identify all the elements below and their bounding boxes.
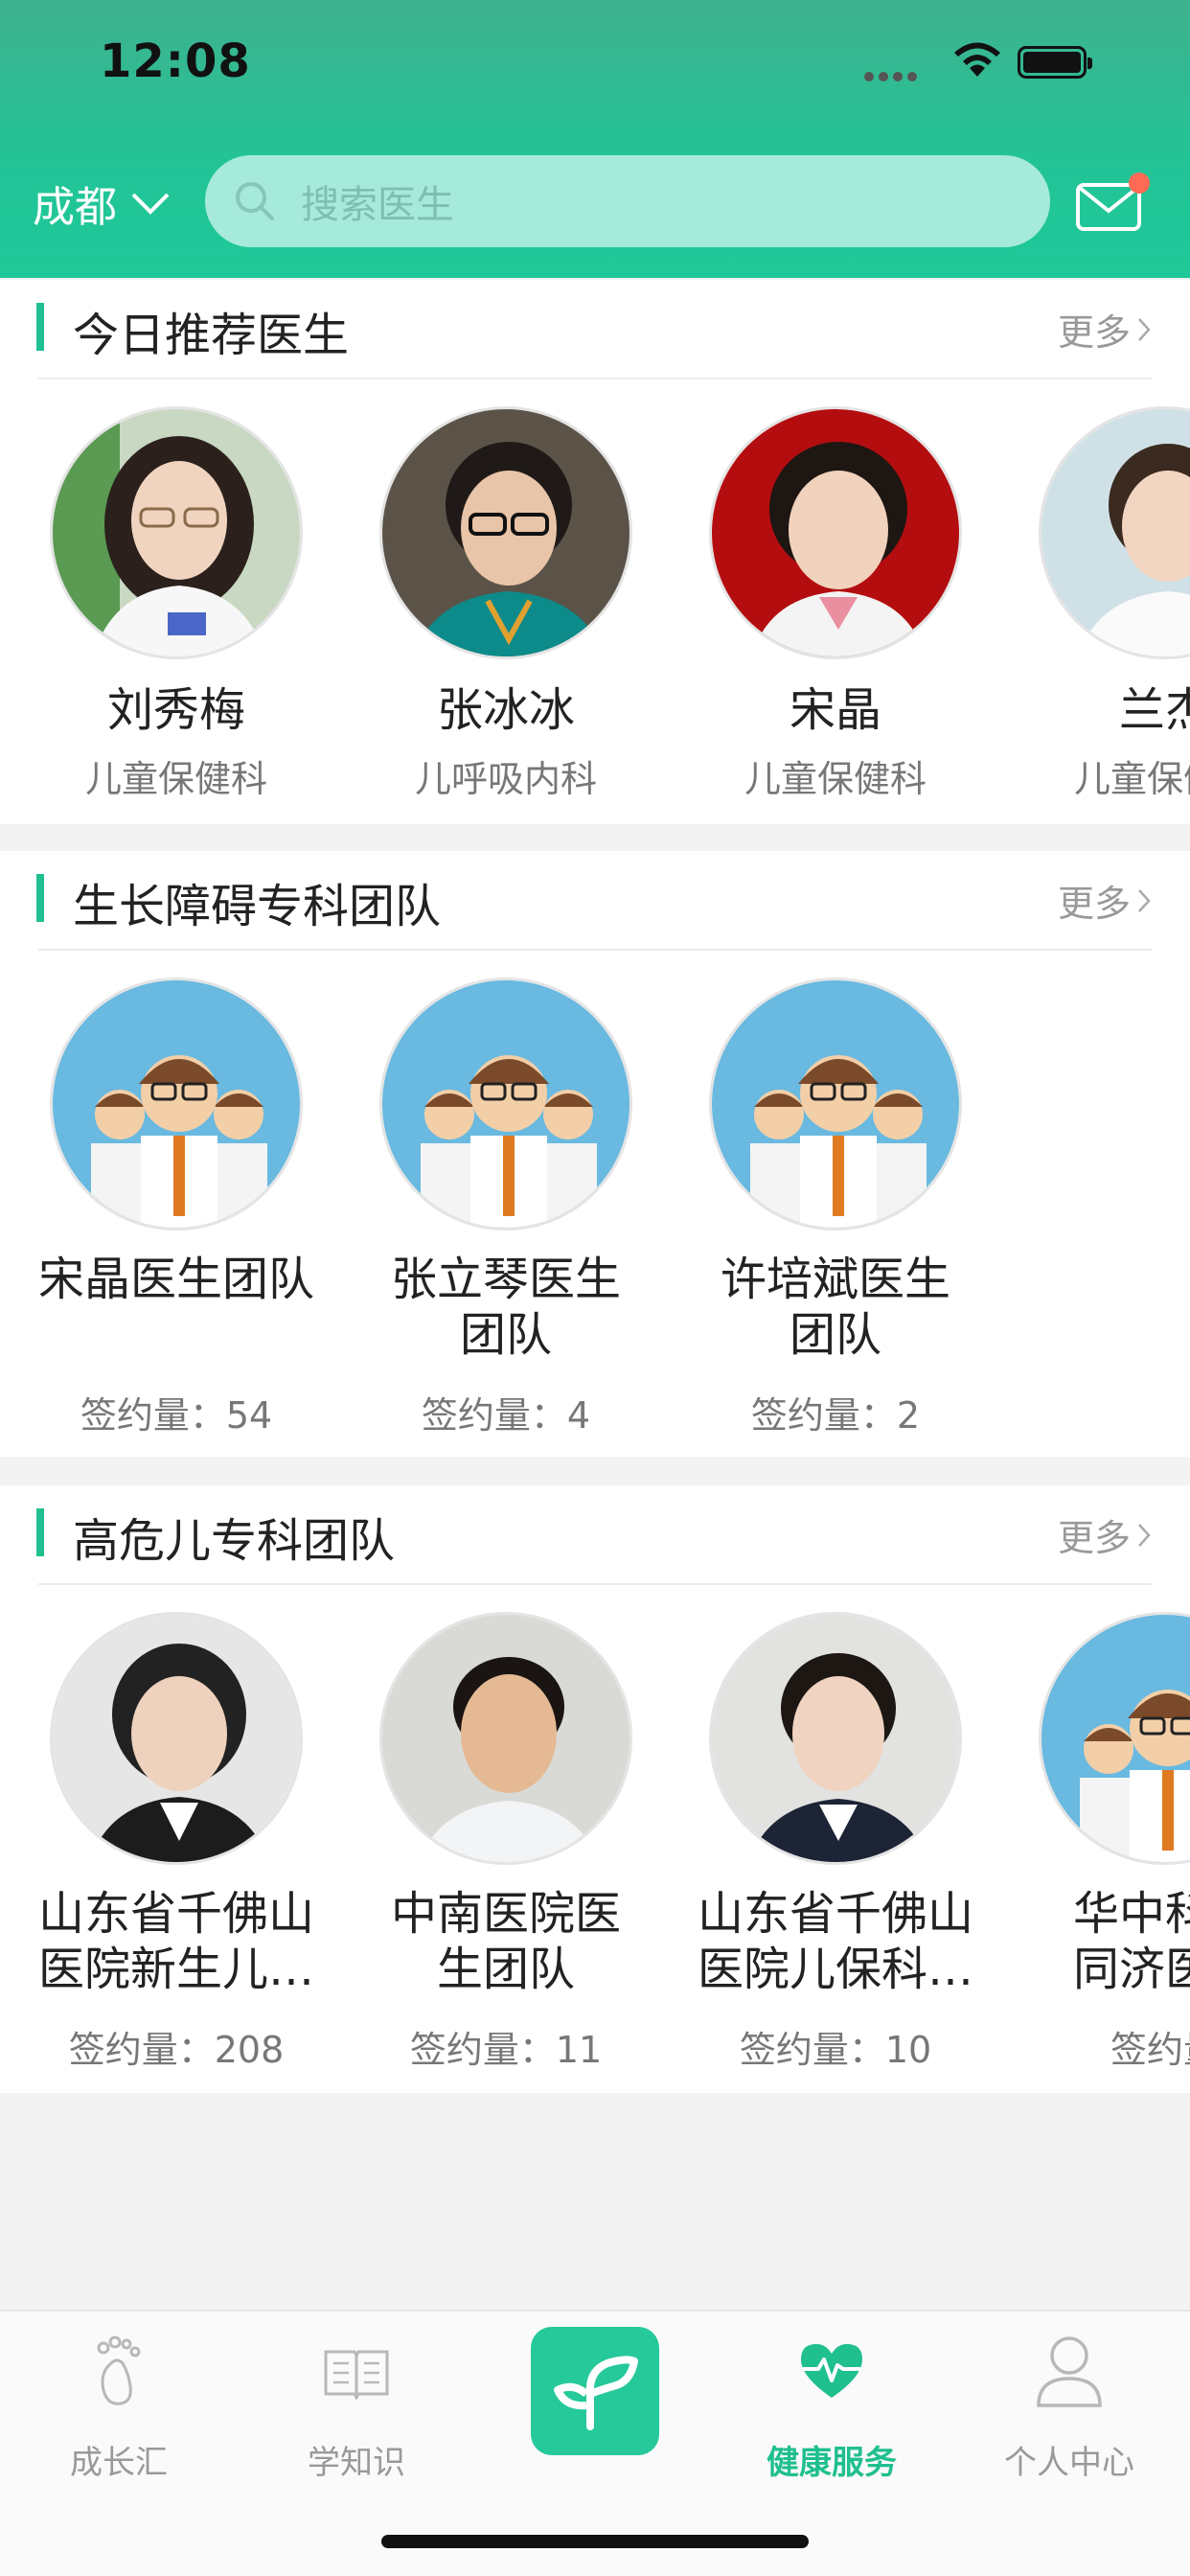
team-name-line2: 医院儿保科…: [697, 1943, 973, 1996]
tab-health-service[interactable]: 健康服务: [713, 2312, 950, 2503]
doctor-card[interactable]: 宋晶 儿童保健科: [671, 280, 1000, 824]
search-input[interactable]: 搜索医生: [205, 155, 1050, 247]
status-icons: [864, 38, 1190, 86]
doctor-avatar: [709, 406, 962, 659]
recommended-doctors-section: 今日推荐医生 更多 刘秀梅 儿童保健科 张冰冰 儿呼吸内科 宋晶 儿童保健科 兰…: [0, 280, 1190, 824]
team-name: 山东省千佛山: [697, 1887, 973, 1941]
doctor-card[interactable]: 张冰冰 儿呼吸内科: [341, 280, 671, 824]
team-avatar: [379, 1612, 632, 1865]
team-avatar-icon: [50, 978, 303, 1230]
doctor-avatar: [1039, 406, 1190, 659]
team-avatar: [709, 1612, 962, 1865]
home-center-button[interactable]: [531, 2327, 659, 2455]
status-time: 12:08: [100, 34, 251, 88]
sign-count: 签约量：2: [750, 1394, 921, 1437]
team-card[interactable]: 华中科技 同济医院 签约量: [1000, 1485, 1190, 2093]
sign-count: 签约量：54: [80, 1394, 273, 1437]
team-card[interactable]: 中南医院医 生团队 签约量：11: [341, 1485, 671, 2093]
doctor-name: 宋晶: [789, 683, 881, 737]
doctor-department: 儿童保健科: [1073, 758, 1190, 800]
sign-count: 签约量：11: [409, 2029, 603, 2071]
doctor-avatar: [379, 406, 632, 659]
doctor-name: 刘秀梅: [106, 683, 245, 737]
sprout-icon: [554, 2356, 638, 2430]
team-avatar-icon: [1039, 1612, 1190, 1865]
team-card[interactable]: 宋晶医生团队 签约量：54: [11, 851, 341, 1457]
team-name: 许培斌医生: [720, 1253, 950, 1306]
team-name-line2: 团队: [789, 1308, 881, 1362]
doctor-name: 张冰冰: [436, 683, 575, 737]
team-card[interactable]: 山东省千佛山 医院儿保科… 签约量：10: [671, 1485, 1000, 2093]
team-name-line2: 团队: [459, 1308, 552, 1362]
tab-growth[interactable]: 成长汇: [0, 2312, 238, 2503]
search-placeholder: 搜索医生: [301, 183, 454, 227]
wifi-icon: [954, 42, 1000, 77]
sign-count: 签约量: [1110, 2029, 1190, 2071]
doctor-department: 儿呼吸内科: [414, 758, 597, 800]
home-indicator[interactable]: [381, 2535, 809, 2548]
book-icon: [324, 2350, 389, 2400]
team-name: 华中科技: [1072, 1887, 1190, 1941]
city-selector[interactable]: 成都: [33, 172, 171, 234]
footprint-icon: [97, 2335, 141, 2405]
more-link[interactable]: 更多: [1058, 874, 1152, 927]
doctor-avatar: [50, 406, 303, 659]
city-label: 成都: [33, 183, 117, 232]
doctor-card[interactable]: 刘秀梅 儿童保健科: [11, 280, 341, 824]
doctor-department: 儿童保健科: [744, 758, 927, 800]
team-name-line2: 生团队: [436, 1943, 575, 1996]
team-card[interactable]: 山东省千佛山 医院新生儿… 签约量：208: [11, 1485, 341, 2093]
signal-icon: [864, 67, 922, 85]
tab-profile[interactable]: 个人中心: [950, 2312, 1188, 2503]
chevron-down-icon: [131, 193, 170, 215]
team-avatar-icon: [709, 978, 962, 1230]
team-name: 中南医院医: [390, 1887, 621, 1941]
team-name: 山东省千佛山: [37, 1887, 314, 1941]
team-card[interactable]: 许培斌医生 团队 签约量：2: [671, 851, 1000, 1457]
tab-label: 学知识: [308, 2444, 405, 2482]
heart-pulse-icon: [801, 2344, 862, 2398]
team-avatar: [50, 1612, 303, 1865]
tab-label: 成长汇: [70, 2444, 168, 2482]
tab-label: 健康服务: [767, 2444, 897, 2482]
team-name: 宋晶医生团队: [37, 1253, 314, 1306]
sign-count: 签约量：208: [68, 2029, 285, 2071]
battery-icon: [1018, 46, 1092, 79]
person-icon: [1037, 2336, 1102, 2407]
team-name-line2: 医院新生儿…: [37, 1943, 314, 1996]
tab-learn[interactable]: 学知识: [238, 2312, 475, 2503]
chevron-right-icon: [1138, 888, 1151, 912]
more-label: 更多: [1057, 883, 1131, 925]
doctor-card[interactable]: 兰杰 儿童保健科: [1000, 280, 1190, 824]
team-avatar-icon: [379, 978, 632, 1230]
high-risk-infant-teams-section: 高危儿专科团队 更多 山东省千佛山 医院新生儿… 签约量：208 中南医院医 生…: [0, 1485, 1190, 2093]
growth-disorder-teams-section: 生长障碍专科团队 更多 宋晶医生团队 签约量：54 张立琴医生 团队 签约量：4…: [0, 851, 1190, 1457]
unread-dot: [1129, 172, 1150, 194]
doctor-name: 兰杰: [1118, 683, 1190, 737]
team-name-line2: 同济医院: [1072, 1943, 1190, 1996]
doctor-department: 儿童保健科: [84, 758, 267, 800]
sign-count: 签约量：4: [421, 1394, 591, 1437]
search-icon: [236, 182, 274, 220]
tab-label: 个人中心: [1004, 2444, 1134, 2482]
app-header: 12:08 成都 搜索医生: [0, 0, 1190, 278]
team-card[interactable]: 张立琴医生 团队 签约量：4: [341, 851, 671, 1457]
sign-count: 签约量：10: [739, 2029, 932, 2071]
team-name: 张立琴医生: [390, 1253, 621, 1306]
